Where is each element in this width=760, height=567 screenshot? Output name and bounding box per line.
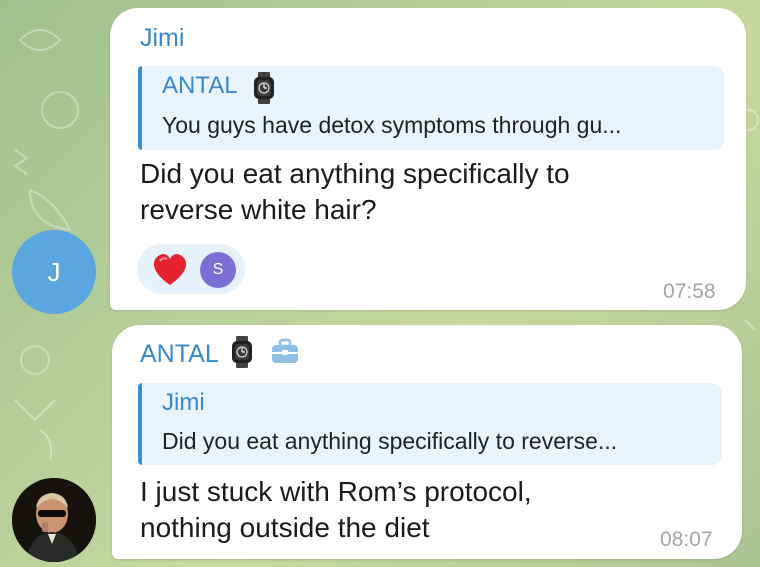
watch-icon [232,336,252,368]
watch-icon [254,72,274,104]
heart-icon [153,254,187,285]
profile-photo [12,478,96,562]
message-text-line: I just stuck with Rom’s protocol, [140,476,532,507]
reply-text: Did you eat anything specifically to rev… [162,428,618,454]
reply-text: You guys have detox symptoms through gu.… [162,112,622,138]
message-text-line: Did you eat anything specifically to [140,158,570,189]
message-text: Did you eat anything specifically to rev… [140,156,570,228]
briefcase-icon [272,338,298,363]
reply-author-name: Jimi [162,389,205,416]
message-text: I just stuck with Rom’s protocol, nothin… [140,474,532,546]
message-sender-name[interactable]: Jimi [140,24,184,53]
message-text-line: reverse white hair? [140,194,377,225]
reaction-user-avatar[interactable]: S [200,252,236,288]
reply-author-name: ANTAL [162,72,238,99]
reply-quote[interactable]: ANTAL You guys have detox symptoms throu… [138,66,724,150]
message-sender-name[interactable]: ANTAL [140,340,219,369]
message-timestamp: 08:07 [660,528,713,551]
avatar[interactable] [12,478,96,562]
message-timestamp: 07:58 [663,280,716,303]
avatar[interactable]: J [12,230,96,314]
reply-quote[interactable]: Jimi Did you eat anything specifically t… [138,383,722,465]
message-text-line: nothing outside the diet [140,512,430,543]
